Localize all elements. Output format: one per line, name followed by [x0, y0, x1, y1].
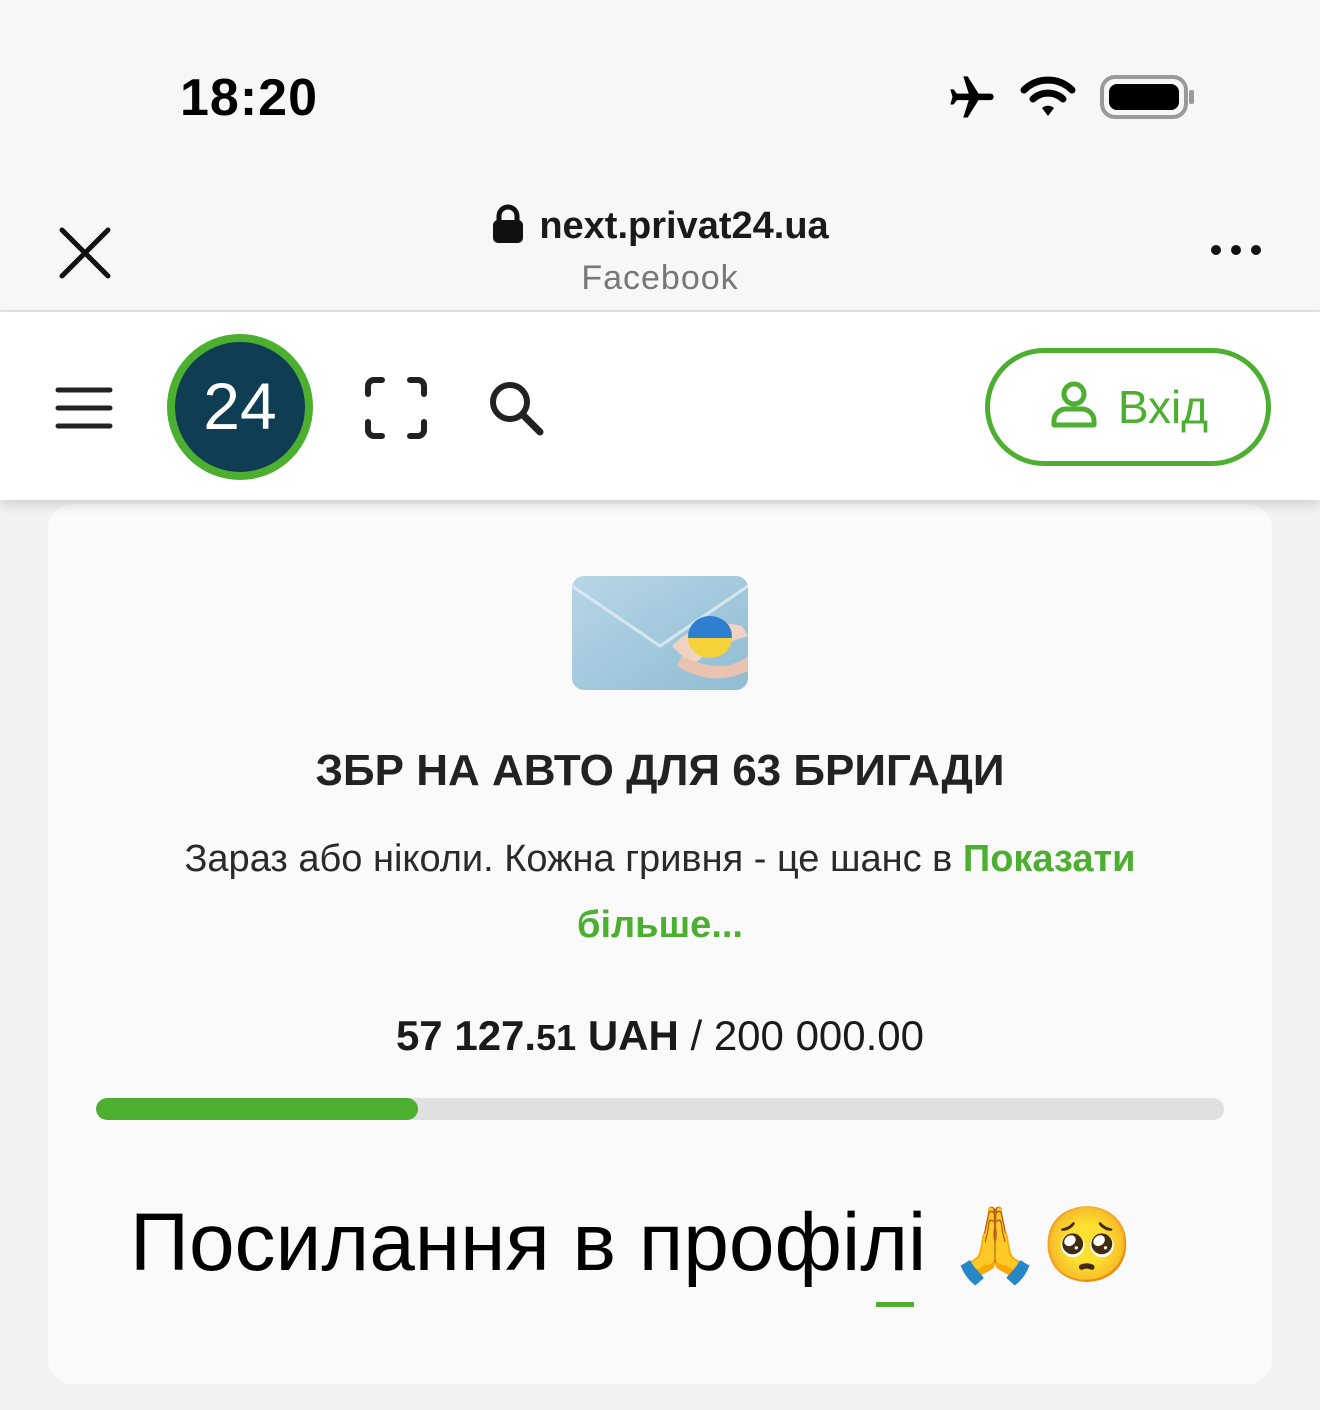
fundraiser-amount: 57 127.51 UAH / 200 000.00	[48, 1012, 1272, 1060]
wifi-icon	[1018, 74, 1078, 125]
app-header: 24 Вхід	[0, 312, 1320, 500]
lock-icon	[491, 204, 525, 249]
raised-cents: 51	[536, 1017, 577, 1058]
overlay-caption: Посилання в профілі 🙏🥺	[0, 1196, 1320, 1290]
search-icon[interactable]	[486, 378, 546, 438]
text-cursor-mark	[876, 1302, 914, 1307]
caption-emoji: 🙏🥺	[949, 1203, 1134, 1286]
fundraiser-description: Зараз або ніколи. Кожна гривня - це шанс…	[128, 826, 1192, 958]
more-icon[interactable]	[1206, 240, 1266, 260]
user-icon	[1048, 379, 1100, 436]
fundraiser-image	[572, 576, 748, 690]
battery-icon	[1100, 74, 1196, 125]
description-text: Зараз або ніколи. Кожна гривня - це шанс…	[184, 838, 953, 880]
login-button[interactable]: Вхід	[985, 348, 1271, 466]
url-block[interactable]: next.privat24.ua Facebook	[0, 204, 1320, 298]
url-source: Facebook	[581, 259, 739, 297]
currency: UAH	[587, 1012, 679, 1059]
raised-amount: 57 127.	[395, 1012, 537, 1059]
browser-bar: next.privat24.ua Facebook	[0, 190, 1320, 312]
airplane-icon	[946, 72, 998, 129]
progress-bar	[96, 1098, 1224, 1120]
url-text: next.privat24.ua	[539, 205, 829, 247]
scan-icon[interactable]	[364, 376, 428, 440]
goal-amount: / 200 000.00	[690, 1012, 925, 1059]
fundraiser-title: ЗБР НА АВТО ДЛЯ 63 БРИГАДИ	[315, 746, 1005, 795]
privat24-logo[interactable]: 24	[167, 334, 313, 480]
status-time: 18:20	[180, 69, 318, 127]
progress-fill	[96, 1098, 419, 1120]
caption-text: Посилання в профілі	[130, 1197, 927, 1288]
menu-icon[interactable]	[54, 384, 114, 432]
status-bar: 18:20	[0, 0, 1320, 190]
login-label: Вхід	[1117, 381, 1209, 433]
